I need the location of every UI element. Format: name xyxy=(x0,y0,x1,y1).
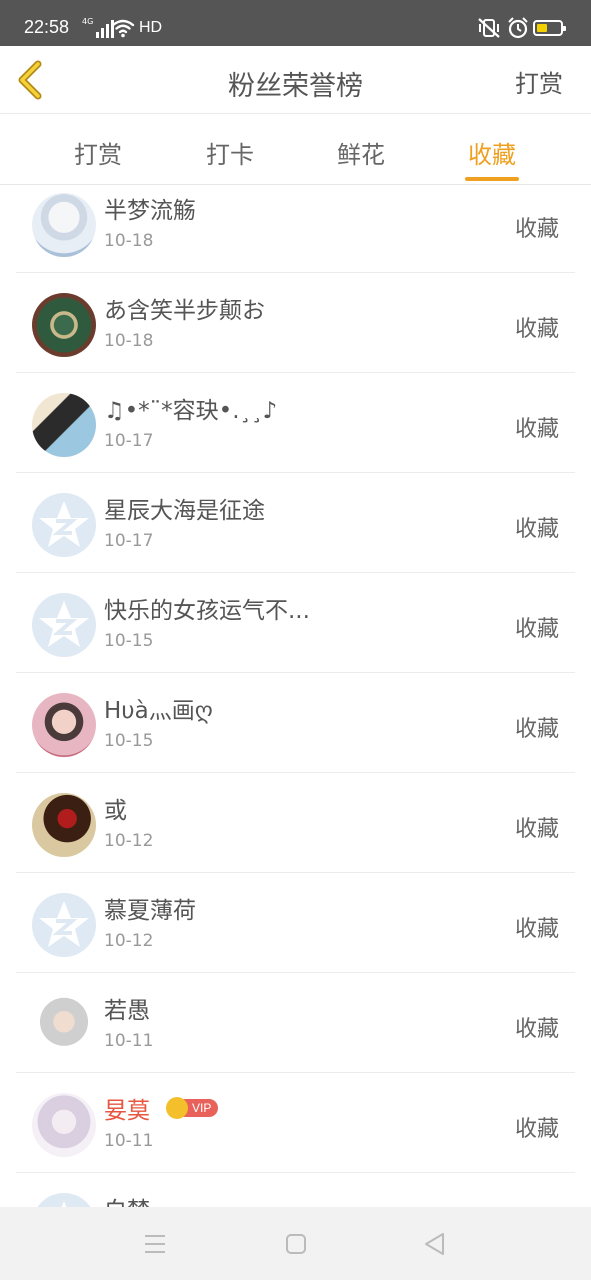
tab-label: 打卡 xyxy=(206,141,254,169)
default-avatar-icon xyxy=(32,893,96,957)
item-type: 收藏 xyxy=(514,317,559,342)
vibrate-mute-icon xyxy=(478,18,500,38)
item-date: 10-11 xyxy=(104,1131,154,1151)
user-name: 星辰大海是征途 xyxy=(104,498,265,524)
item-type: 收藏 xyxy=(514,1017,559,1042)
item-date: 10-12 xyxy=(104,831,154,851)
item-date: 10-18 xyxy=(104,231,154,251)
active-tab-indicator xyxy=(465,177,519,181)
item-type: 收藏 xyxy=(514,517,559,542)
item-date: 10-15 xyxy=(104,631,154,651)
system-back-button[interactable] xyxy=(422,1231,448,1257)
avatar xyxy=(32,293,96,357)
list-item[interactable]: 星辰大海是征途 10-17 收藏 xyxy=(16,473,575,573)
item-date: 10-11 xyxy=(104,1031,154,1051)
alarm-icon xyxy=(508,17,528,39)
status-time: 22:58 xyxy=(24,17,70,37)
user-name: 妟莫 xyxy=(104,1098,150,1124)
list-item[interactable]: 快乐的女孩运气不... 10-15 收藏 xyxy=(16,573,575,673)
user-name: 白梦 xyxy=(104,1191,150,1207)
fan-list[interactable]: 半梦流觞 10-18 收藏 あ含笑半步颠お 10-18 收藏 ♫•*¨*容玦•.… xyxy=(0,185,591,1207)
tab-label: 收藏 xyxy=(468,141,516,169)
default-avatar-icon xyxy=(32,1193,96,1207)
item-type: 收藏 xyxy=(514,717,559,742)
reward-button[interactable]: 打赏 xyxy=(515,64,563,99)
item-type: 收藏 xyxy=(514,917,559,942)
list-item[interactable]: あ含笑半步颠お 10-18 收藏 xyxy=(16,273,575,373)
list-item[interactable]: ♫•*¨*容玦•.¸¸♪ 10-17 收藏 xyxy=(16,373,575,473)
user-name: 若愚 xyxy=(104,998,150,1024)
user-name: ♫•*¨*容玦•.¸¸♪ xyxy=(104,398,278,424)
status-bar: 22:58 4G HD xyxy=(0,0,591,46)
crown-icon xyxy=(166,1097,188,1119)
user-name: 半梦流觞 xyxy=(104,198,196,224)
list-item[interactable]: Hυà灬画ღ 10-15 收藏 xyxy=(16,673,575,773)
user-name: 或 xyxy=(104,798,127,824)
item-date: 10-17 xyxy=(104,531,154,551)
avatar xyxy=(32,693,96,757)
network-type: 4G xyxy=(82,17,94,26)
tab-favorites[interactable]: 收藏 xyxy=(432,115,552,185)
item-date: 10-17 xyxy=(104,431,154,451)
item-type: 收藏 xyxy=(514,217,559,242)
tab-bar: 打赏 打卡 鲜花 收藏 xyxy=(0,115,591,185)
wifi-icon xyxy=(111,19,135,38)
user-name: Hυà灬画ღ xyxy=(104,698,213,724)
item-date: 10-18 xyxy=(104,331,154,351)
avatar xyxy=(32,393,96,457)
header: 粉丝荣誉榜 打赏 xyxy=(0,46,591,114)
signal-icon: 4G xyxy=(82,17,115,38)
page-title: 粉丝荣誉榜 xyxy=(228,71,363,102)
tab-flowers[interactable]: 鲜花 xyxy=(301,115,421,185)
list-item[interactable]: 慕夏薄荷 10-12 收藏 xyxy=(16,873,575,973)
default-avatar-icon xyxy=(32,593,96,657)
item-type: 收藏 xyxy=(514,817,559,842)
list-item[interactable]: 妟莫 VIP 10-11 收藏 xyxy=(16,1073,575,1173)
avatar xyxy=(32,793,96,857)
avatar xyxy=(32,193,96,257)
vip-badge: VIP xyxy=(166,1097,219,1119)
default-avatar-icon xyxy=(32,493,96,557)
avatar xyxy=(32,993,96,1057)
battery-icon xyxy=(533,20,566,36)
item-type: 收藏 xyxy=(514,417,559,442)
hd-indicator: HD xyxy=(139,19,163,36)
tab-label: 打赏 xyxy=(74,141,122,169)
list-item[interactable]: 若愚 10-11 收藏 xyxy=(16,973,575,1073)
tab-checkin[interactable]: 打卡 xyxy=(170,115,290,185)
list-item[interactable]: 半梦流觞 10-18 收藏 xyxy=(16,185,575,273)
home-square-icon xyxy=(286,1234,306,1254)
item-date: 10-12 xyxy=(104,931,154,951)
item-date: 10-15 xyxy=(104,731,154,751)
back-triangle-icon xyxy=(425,1233,444,1255)
menu-button[interactable] xyxy=(142,1231,168,1257)
avatar xyxy=(32,1093,96,1157)
home-button[interactable] xyxy=(283,1231,309,1257)
user-name: 慕夏薄荷 xyxy=(104,898,196,924)
list-item[interactable]: 白梦 xyxy=(16,1173,575,1207)
user-name: あ含笑半步颠お xyxy=(104,298,265,324)
system-nav-bar xyxy=(0,1207,591,1280)
menu-icon xyxy=(145,1235,165,1253)
list-item[interactable]: 或 10-12 收藏 xyxy=(16,773,575,873)
item-type: 收藏 xyxy=(514,617,559,642)
user-name: 快乐的女孩运气不... xyxy=(104,598,310,624)
item-type: 收藏 xyxy=(514,1117,559,1142)
tab-label: 鲜花 xyxy=(337,141,385,169)
tab-reward[interactable]: 打赏 xyxy=(38,115,158,185)
